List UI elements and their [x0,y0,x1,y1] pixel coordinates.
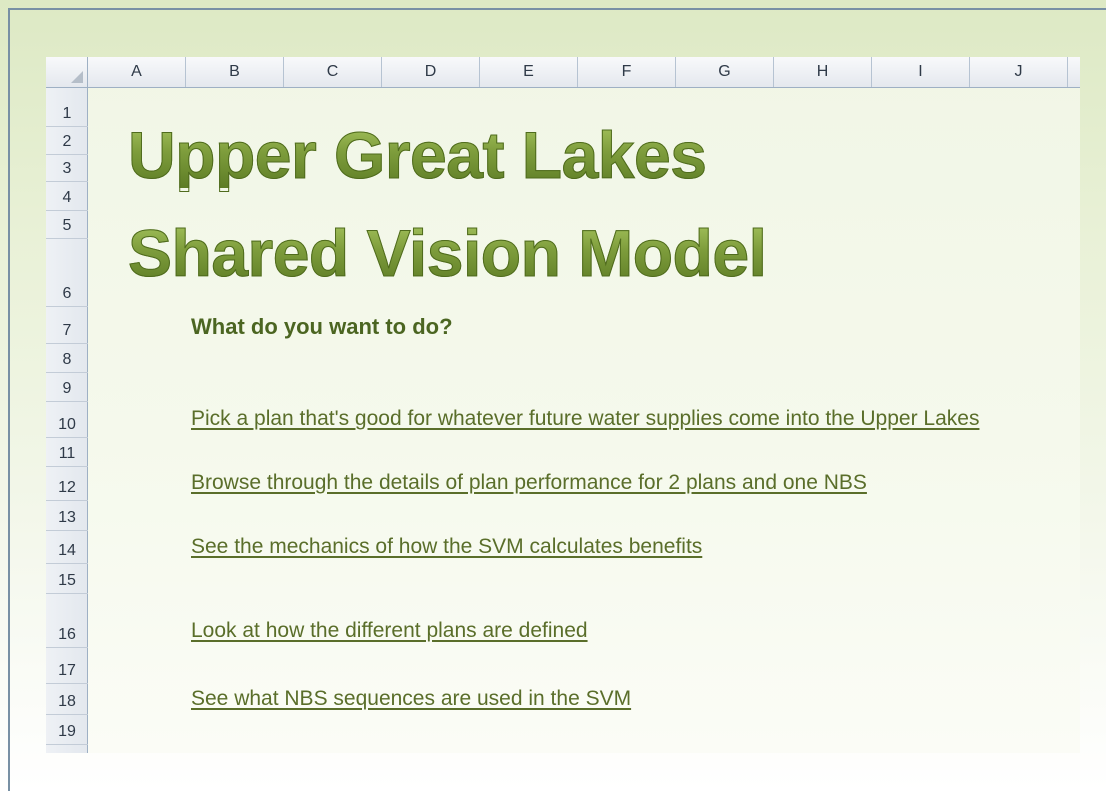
row-header-4[interactable]: 4 [46,182,88,211]
row-header-19[interactable]: 19 [46,715,88,745]
prompt-heading: What do you want to do? [191,314,453,339]
row-header-16[interactable]: 16 [46,594,88,648]
link-nbs-sequences[interactable]: See what NBS sequences are used in the S… [191,687,631,711]
select-all-button[interactable] [46,57,88,87]
column-header-c[interactable]: C [284,57,382,87]
row-header-5[interactable]: 5 [46,211,88,239]
title-line-2: Shared Vision Model [127,216,767,290]
row-header-9[interactable]: 9 [46,373,88,402]
row-header-11[interactable]: 11 [46,438,88,467]
title-line-1: Upper Great Lakes [127,118,707,192]
row-header-7[interactable]: 7 [46,307,88,344]
link-pick-plan[interactable]: Pick a plan that's good for whatever fut… [191,407,979,431]
row-header-6[interactable]: 6 [46,239,88,307]
select-all-icon [71,71,83,83]
row-header-1[interactable]: 1 [46,88,88,127]
row-header-14[interactable]: 14 [46,531,88,564]
row-header-10[interactable]: 10 [46,402,88,438]
row-header-2[interactable]: 2 [46,127,88,155]
row-header-17[interactable]: 17 [46,648,88,684]
column-header-i[interactable]: I [872,57,970,87]
row-header-13[interactable]: 13 [46,501,88,531]
column-header-row: A B C D E F G H I J [46,57,1080,88]
row-header-8[interactable]: 8 [46,344,88,373]
column-header-d[interactable]: D [382,57,480,87]
link-plan-definitions[interactable]: Look at how the different plans are defi… [191,619,588,643]
link-browse-plan-performance[interactable]: Browse through the details of plan perfo… [191,471,867,495]
column-header-b[interactable]: B [186,57,284,87]
column-header-j[interactable]: J [970,57,1068,87]
column-header-f[interactable]: F [578,57,676,87]
column-header-g[interactable]: G [676,57,774,87]
row-header-18[interactable]: 18 [46,684,88,715]
row-header-15[interactable]: 15 [46,564,88,594]
column-header-e[interactable]: E [480,57,578,87]
row-header-3[interactable]: 3 [46,155,88,182]
column-header-a[interactable]: A [88,57,186,87]
column-header-h[interactable]: H [774,57,872,87]
row-header-12[interactable]: 12 [46,467,88,501]
link-svm-mechanics[interactable]: See the mechanics of how the SVM calcula… [191,535,702,559]
